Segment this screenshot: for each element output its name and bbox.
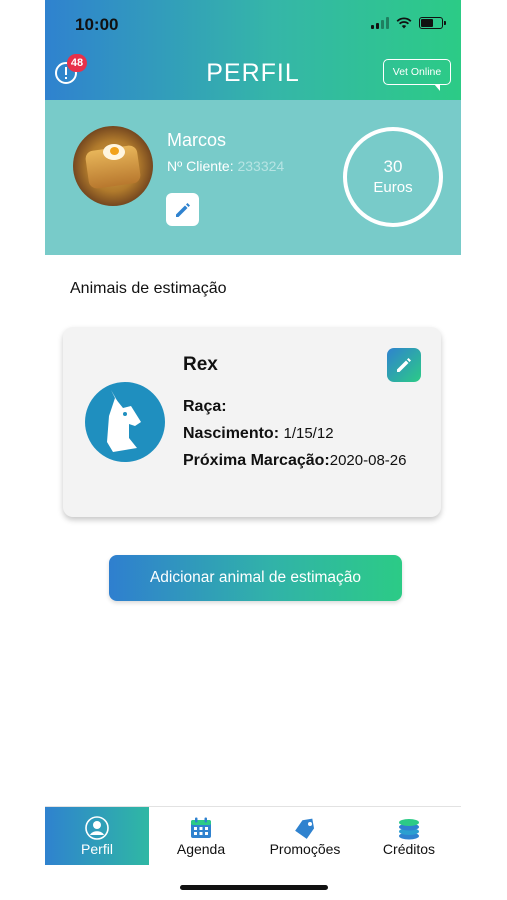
user-icon [85, 816, 109, 840]
pet-birth-value: 1/15/12 [283, 425, 334, 442]
pet-card[interactable]: Rex Raça: Nascimento: 1/15/12 Próxima Ma… [63, 327, 441, 517]
pets-section-title: Animais de estimação [70, 280, 227, 297]
client-number-row: Nº Cliente: 233324 [167, 158, 284, 174]
pet-birth-label: Nascimento: [183, 425, 280, 442]
signal-icon [371, 17, 389, 29]
pet-name: Rex [183, 354, 218, 375]
pet-next-label: Próxima Marcação: [183, 452, 330, 469]
calendar-icon [191, 817, 211, 838]
credit-balance: 30 Euros [343, 127, 443, 227]
tab-agenda[interactable]: Agenda [149, 807, 253, 865]
credit-unit: Euros [373, 179, 413, 196]
pet-next-appointment-row: Próxima Marcação:2020-08-26 [183, 449, 423, 473]
client-number-value: 233324 [237, 158, 285, 174]
tab-creditos[interactable]: Créditos [357, 807, 461, 865]
pet-breed-row: Raça: [183, 398, 227, 416]
app-header: 10:00 48 PERFIL Vet Online [45, 0, 461, 100]
tab-promocoes[interactable]: Promoções [253, 807, 357, 865]
pet-next-value: 2020-08-26 [329, 452, 407, 469]
pencil-icon [175, 202, 190, 217]
tab-label: Perfil [81, 841, 113, 857]
battery-icon [419, 17, 446, 29]
edit-pet-button[interactable] [387, 348, 421, 382]
tab-label: Promoções [269, 841, 341, 857]
status-time: 10:00 [75, 15, 119, 34]
avatar [73, 126, 153, 206]
pet-breed-label: Raça: [183, 398, 227, 415]
tab-label: Créditos [382, 841, 436, 857]
profile-panel: Marcos Nº Cliente: 233324 30 Euros [45, 100, 461, 255]
edit-profile-button[interactable] [166, 193, 199, 226]
vet-online-button[interactable]: Vet Online [383, 59, 451, 91]
add-pet-button[interactable]: Adicionar animal de estimação [109, 555, 402, 601]
tab-bar: Perfil Agenda Promoções Créditos [45, 806, 461, 865]
home-indicator [180, 885, 328, 890]
tab-perfil[interactable]: Perfil [45, 807, 149, 865]
tab-label: Agenda [176, 841, 226, 857]
profile-name: Marcos [167, 130, 227, 150]
tag-icon [295, 818, 315, 839]
dog-icon [85, 382, 165, 462]
client-number-label: Nº Cliente: [167, 158, 234, 174]
credit-amount: 30 [383, 157, 403, 176]
app-screen: 10:00 48 PERFIL Vet Online Marcos Nº Cli… [45, 0, 461, 900]
status-icons [371, 17, 446, 29]
wifi-icon [396, 17, 412, 29]
coins-icon [399, 819, 419, 840]
pet-birth-row: Nascimento: 1/15/12 [183, 425, 334, 443]
pencil-icon [397, 358, 411, 372]
